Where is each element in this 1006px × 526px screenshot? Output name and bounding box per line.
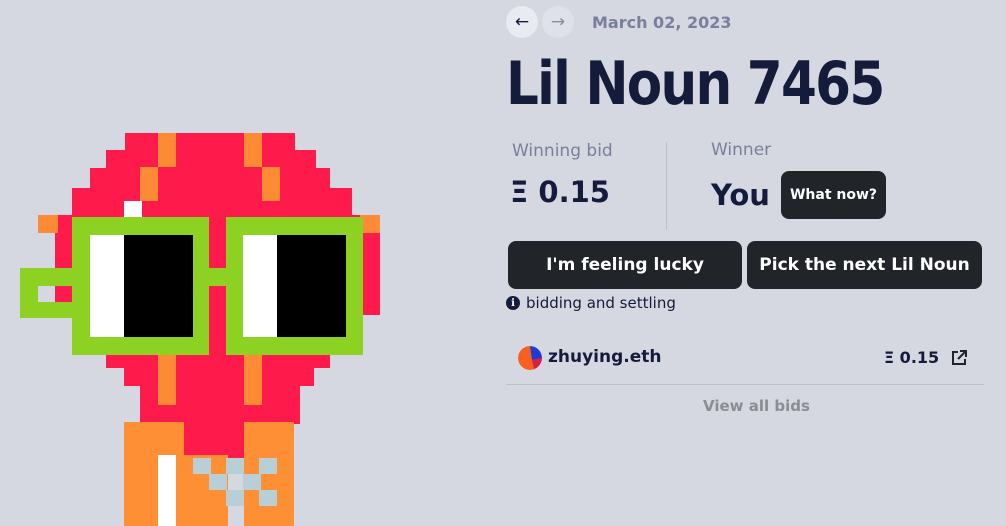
- noun-pixel: [158, 133, 176, 167]
- winning-bid-label: Winning bid: [512, 141, 613, 161]
- winner-label: Winner: [711, 140, 772, 160]
- noun-artwork: [20, 133, 380, 526]
- noun-pixel: [140, 167, 158, 201]
- noun-pixel: [158, 455, 176, 526]
- bid-amount: Ξ 0.15: [884, 348, 940, 367]
- noun-pixel: [158, 350, 176, 405]
- noun-pixel: [106, 150, 316, 170]
- noun-pixel: [124, 366, 314, 386]
- noun-pixel: [244, 133, 262, 167]
- noun-pixel: [226, 458, 244, 474]
- winner-value: You: [711, 178, 770, 212]
- noun-pixel: [124, 235, 193, 337]
- noun-pixel: [200, 268, 230, 286]
- noun-title: Lil Noun 7465: [506, 49, 885, 119]
- auction-date: March 02, 2023: [592, 12, 732, 32]
- pick-next-noun-button[interactable]: Pick the next Lil Noun: [747, 241, 982, 289]
- winning-bid-value: Ξ 0.15: [510, 175, 610, 209]
- bidder-name: zhuying.eth: [548, 347, 662, 367]
- view-all-bids-link[interactable]: View all bids: [703, 397, 810, 415]
- noun-pixel: [262, 167, 280, 201]
- noun-pixel: [277, 235, 346, 337]
- divider: [666, 142, 667, 230]
- noun-pixel: [72, 188, 352, 218]
- feeling-lucky-button[interactable]: I'm feeling lucky: [508, 241, 742, 289]
- noun-pixel: [226, 490, 244, 506]
- noun-pixel: [38, 215, 58, 233]
- next-arrow-icon[interactable]: →: [542, 6, 574, 38]
- info-icon: i: [506, 296, 520, 310]
- noun-pixel: [259, 490, 277, 506]
- noun-pixel: [243, 474, 261, 490]
- what-now-button[interactable]: What now?: [781, 171, 886, 219]
- bidding-info-text: bidding and settling: [526, 294, 676, 312]
- noun-pixel: [244, 350, 262, 405]
- bidder-avatar: [518, 346, 542, 370]
- noun-pixel: [209, 474, 227, 490]
- noun-pixel: [259, 458, 277, 474]
- noun-pixel: [20, 302, 78, 318]
- bid-row: zhuying.eth Ξ 0.15: [506, 340, 984, 385]
- noun-pixel: [124, 201, 142, 217]
- noun-pixel: [90, 168, 330, 190]
- noun-pixel: [193, 458, 211, 474]
- previous-arrow-icon[interactable]: ←: [506, 6, 538, 38]
- auction-navigation: ← → March 02, 2023: [506, 6, 732, 38]
- bidding-info[interactable]: i bidding and settling: [506, 294, 676, 312]
- external-link-icon[interactable]: [950, 349, 968, 367]
